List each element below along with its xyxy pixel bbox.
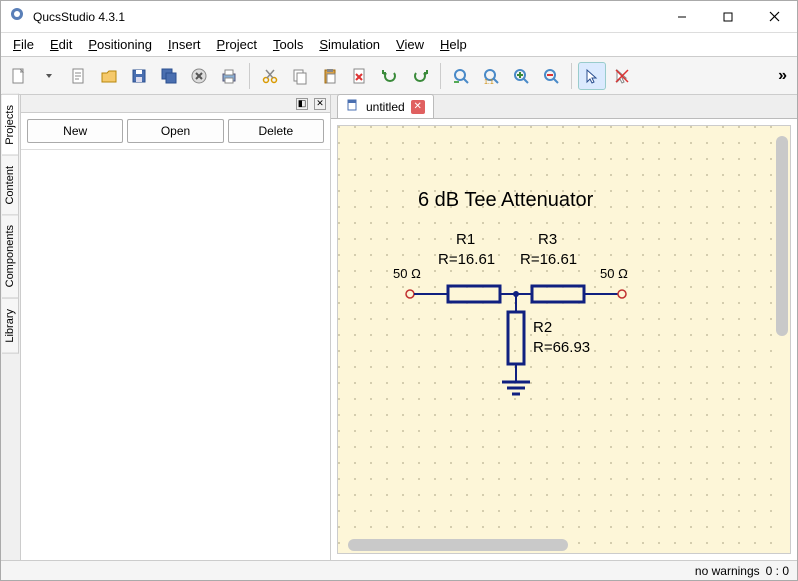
zoom-fit-button[interactable] bbox=[447, 62, 475, 90]
new-dropdown-button[interactable] bbox=[35, 62, 63, 90]
menu-project[interactable]: Project bbox=[209, 35, 265, 54]
document-tab-untitled[interactable]: untitled ✕ bbox=[337, 94, 434, 118]
window-title: QucsStudio 4.3.1 bbox=[33, 10, 125, 24]
main-toolbar: 1:1 » bbox=[1, 57, 797, 95]
menu-help[interactable]: Help bbox=[432, 35, 475, 54]
editor-area: untitled ✕ 6 dB Tee Attenuator bbox=[331, 95, 797, 560]
zoom-100-button[interactable]: 1:1 bbox=[477, 62, 505, 90]
menu-bar: FileEditPositioningInsertProjectToolsSim… bbox=[1, 33, 797, 57]
status-warnings: no warnings bbox=[695, 564, 760, 578]
canvas-vertical-scrollbar[interactable] bbox=[776, 136, 788, 336]
menu-tools[interactable]: Tools bbox=[265, 35, 311, 54]
projects-list[interactable] bbox=[21, 149, 330, 560]
copy-button[interactable] bbox=[286, 62, 314, 90]
paste-button[interactable] bbox=[316, 62, 344, 90]
save-all-button[interactable] bbox=[155, 62, 183, 90]
menu-view[interactable]: View bbox=[388, 35, 432, 54]
canvas-wrap: 6 dB Tee Attenuator 50 Ω R1 R=16.61 bbox=[331, 119, 797, 560]
status-coords: 0 : 0 bbox=[766, 564, 789, 578]
canvas-horizontal-scrollbar[interactable] bbox=[348, 539, 568, 551]
minimize-button[interactable] bbox=[659, 1, 705, 33]
side-tab-strip: Projects Content Components Library bbox=[1, 95, 21, 560]
panel-new-button[interactable]: New bbox=[27, 119, 123, 143]
menu-edit[interactable]: Edit bbox=[42, 35, 80, 54]
toolbar-overflow-button[interactable]: » bbox=[772, 67, 793, 85]
status-bar: no warnings 0 : 0 bbox=[1, 560, 797, 580]
menu-simulation[interactable]: Simulation bbox=[311, 35, 388, 54]
title-bar: QucsStudio 4.3.1 bbox=[1, 1, 797, 33]
open-button[interactable] bbox=[95, 62, 123, 90]
projects-panel: ◧ ✕ New Open Delete bbox=[21, 95, 331, 560]
panel-header: ◧ ✕ bbox=[21, 95, 330, 113]
side-tab-projects[interactable]: Projects bbox=[2, 94, 19, 156]
r1-value: R=16.61 bbox=[438, 251, 495, 268]
document-tab-bar: untitled ✕ bbox=[331, 95, 797, 119]
select-tool-button[interactable] bbox=[578, 62, 606, 90]
panel-open-button[interactable]: Open bbox=[127, 119, 223, 143]
delete-button[interactable] bbox=[346, 62, 374, 90]
save-button[interactable] bbox=[125, 62, 153, 90]
schematic-title: 6 dB Tee Attenuator bbox=[418, 189, 594, 211]
svg-text:1:1: 1:1 bbox=[484, 79, 494, 85]
close-file-button[interactable] bbox=[185, 62, 213, 90]
close-button[interactable] bbox=[751, 1, 797, 33]
deselect-tool-button[interactable] bbox=[608, 62, 636, 90]
redo-button[interactable] bbox=[406, 62, 434, 90]
zoom-out-button[interactable] bbox=[537, 62, 565, 90]
r1-name: R1 bbox=[456, 231, 475, 248]
r3-name: R3 bbox=[538, 231, 557, 248]
panel-close-button[interactable]: ✕ bbox=[314, 98, 326, 110]
port-left-label: 50 Ω bbox=[393, 266, 421, 281]
menu-file[interactable]: File bbox=[5, 35, 42, 54]
document-icon bbox=[346, 98, 360, 115]
undo-button[interactable] bbox=[376, 62, 404, 90]
menu-positioning[interactable]: Positioning bbox=[80, 35, 160, 54]
panel-delete-button[interactable]: Delete bbox=[228, 119, 324, 143]
r3-value: R=16.61 bbox=[520, 251, 577, 268]
main-body: Projects Content Components Library ◧ ✕ … bbox=[1, 95, 797, 560]
menu-insert[interactable]: Insert bbox=[160, 35, 209, 54]
r2-value: R=66.93 bbox=[533, 339, 590, 356]
maximize-button[interactable] bbox=[705, 1, 751, 33]
panel-float-button[interactable]: ◧ bbox=[296, 98, 308, 110]
side-tab-components[interactable]: Components bbox=[2, 214, 19, 298]
schematic-canvas[interactable]: 6 dB Tee Attenuator 50 Ω R1 R=16.61 bbox=[337, 125, 791, 554]
print-button[interactable] bbox=[215, 62, 243, 90]
side-tab-library[interactable]: Library bbox=[2, 298, 19, 354]
app-window: QucsStudio 4.3.1 FileEditPositioningInse… bbox=[0, 0, 798, 581]
cut-button[interactable] bbox=[256, 62, 284, 90]
port-right-label: 50 Ω bbox=[600, 266, 628, 281]
new-text-button[interactable] bbox=[65, 62, 93, 90]
document-tab-close-button[interactable]: ✕ bbox=[411, 100, 425, 114]
app-icon bbox=[9, 6, 25, 27]
r2-name: R2 bbox=[533, 319, 552, 336]
document-tab-label: untitled bbox=[366, 100, 405, 114]
new-file-button[interactable] bbox=[5, 62, 33, 90]
zoom-in-button[interactable] bbox=[507, 62, 535, 90]
side-tab-content[interactable]: Content bbox=[2, 155, 19, 216]
